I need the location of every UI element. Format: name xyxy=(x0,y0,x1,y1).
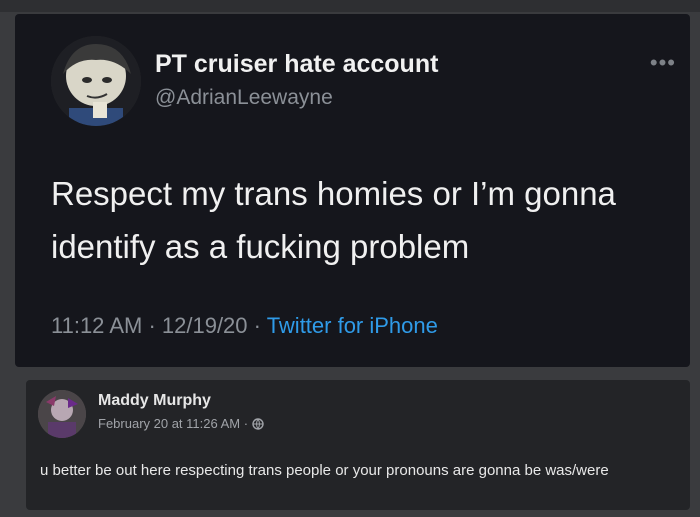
comment-card: Maddy Murphy February 20 at 11:26 AM · u… xyxy=(26,380,690,510)
tweet-time[interactable]: 11:12 AM xyxy=(51,313,142,338)
avatar[interactable] xyxy=(51,36,141,126)
commenter-avatar[interactable] xyxy=(38,390,86,438)
meta-separator: · xyxy=(142,313,162,338)
meta-separator: · xyxy=(247,313,267,338)
display-name[interactable]: PT cruiser hate account xyxy=(155,50,438,79)
comment-text: u better be out here respecting trans pe… xyxy=(40,462,609,479)
tweet-source-link[interactable]: Twitter for iPhone xyxy=(267,313,438,338)
tweet-meta: 11:12 AM · 12/19/20 · Twitter for iPhone xyxy=(51,313,438,339)
comment-date[interactable]: February 20 at 11:26 AM xyxy=(98,416,240,431)
commenter-name[interactable]: Maddy Murphy xyxy=(98,392,211,410)
more-horizontal-icon[interactable]: ••• xyxy=(650,50,676,76)
tweet-card: PT cruiser hate account @AdrianLeewayne … xyxy=(15,14,690,367)
top-edge xyxy=(0,0,700,12)
tweet-date[interactable]: 12/19/20 xyxy=(162,313,248,338)
comment-timestamp: February 20 at 11:26 AM · xyxy=(98,416,264,431)
user-handle[interactable]: @AdrianLeewayne xyxy=(155,86,333,110)
globe-icon xyxy=(251,418,264,430)
date-separator: · xyxy=(240,416,252,431)
tweet-text: Respect my trans homies or I’m gonna ide… xyxy=(51,175,616,265)
